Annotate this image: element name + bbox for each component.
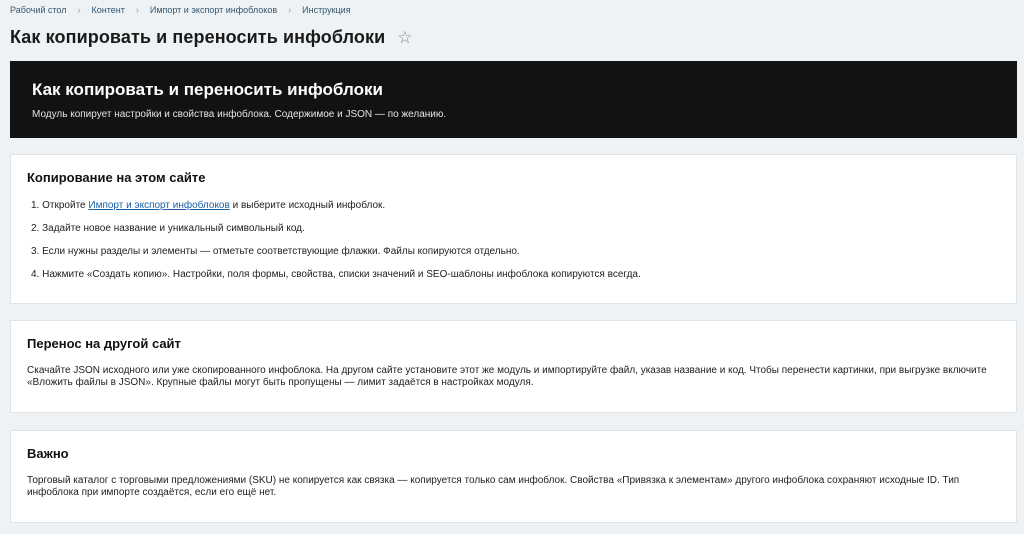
copy-step-3: 3. Если нужны разделы и элементы — отмет…: [31, 246, 520, 257]
import-export-link[interactable]: Импорт и экспорт инфоблоков: [88, 200, 229, 211]
step-1-number: 1.: [31, 200, 40, 211]
step-1-suffix: и выберите исходный инфоблок.: [232, 200, 386, 211]
copy-section-title: Копирование на этом сайте: [27, 170, 206, 185]
copy-step-4: 4. Нажмите «Создать копию». Настройки, п…: [31, 269, 641, 280]
page-title: Как копировать и переносить инфоблоки: [10, 27, 386, 47]
transfer-section-title: Перенос на другой сайт: [27, 336, 181, 351]
copy-step-1: 1. Откройте Импорт и экспорт инфоблоков …: [31, 199, 1000, 213]
important-section-card: Важно Торговый каталог с торговыми предл…: [10, 430, 1017, 523]
transfer-section-text: Скачайте JSON исходного или уже скопиров…: [27, 365, 987, 388]
breadcrumb-item-content[interactable]: Контент: [92, 5, 125, 15]
hero-banner: Как копировать и переносить инфоблоки Мо…: [10, 61, 1017, 138]
hero-title: Как копировать и переносить инфоблоки: [32, 80, 383, 99]
breadcrumb-separator-icon: ›: [77, 5, 81, 15]
breadcrumb-separator-icon: ›: [288, 5, 292, 15]
important-section-title: Важно: [27, 446, 69, 461]
hero-subtitle: Модуль копирует настройки и свойства инф…: [32, 109, 447, 120]
copy-steps-list: 1. Откройте Импорт и экспорт инфоблоков …: [27, 199, 1000, 282]
copy-step-2: 2. Задайте новое название и уникальный с…: [31, 223, 305, 234]
step-1-prefix: Откройте: [42, 200, 86, 211]
breadcrumb-item-desktop[interactable]: Рабочий стол: [10, 5, 67, 15]
star-icon[interactable]: ☆: [397, 29, 412, 46]
breadcrumb-separator-icon: ›: [135, 5, 139, 15]
copy-section-card: Копирование на этом сайте 1. Откройте Им…: [10, 154, 1017, 304]
breadcrumb-item-instruction[interactable]: Инструкция: [302, 5, 350, 15]
breadcrumb: Рабочий стол › Контент › Импорт и экспор…: [10, 5, 351, 15]
breadcrumb-item-import-export[interactable]: Импорт и экспорт инфоблоков: [150, 5, 277, 15]
transfer-section-card: Перенос на другой сайт Скачайте JSON исх…: [10, 320, 1017, 413]
important-section-text: Торговый каталог с торговыми предложения…: [27, 475, 960, 498]
page-title-row: Как копировать и переносить инфоблоки ☆: [10, 27, 413, 48]
